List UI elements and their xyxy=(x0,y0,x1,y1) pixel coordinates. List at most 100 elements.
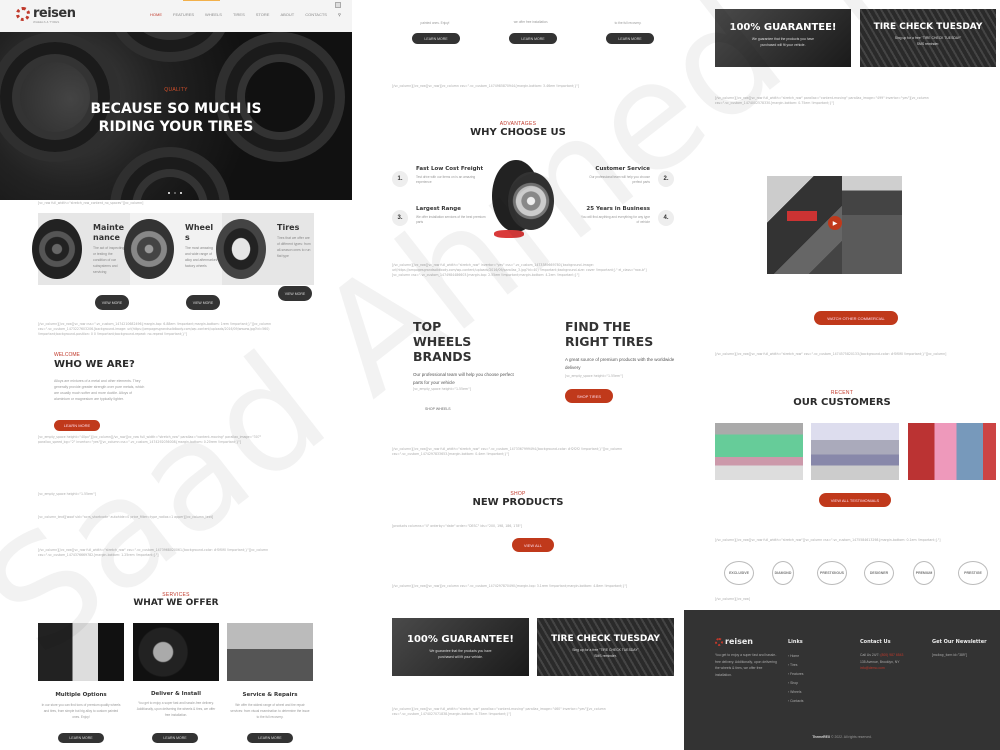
site-logo[interactable]: reisen xyxy=(16,6,76,21)
nav-wheels[interactable]: WHEELS xyxy=(205,12,222,17)
watch-commercial-button[interactable]: WATCH OTHER COMMERCIAL xyxy=(814,311,898,325)
footer-logo-text: reisen xyxy=(725,637,753,646)
wheel-image xyxy=(32,219,82,279)
nav-tires[interactable]: TIRES xyxy=(233,12,245,17)
feature-card-maintenance: Mainte nance The act of inspecting or tes… xyxy=(32,213,130,285)
learn-more-button[interactable]: LEARN MORE xyxy=(412,33,460,44)
shortcode-text: [vc_empty_space height="1.55em"] xyxy=(38,492,96,496)
shortcode-text: [vc_empty_space height="1.55em"] xyxy=(413,387,471,391)
advantage-text: You will find anything and everything fo… xyxy=(581,215,650,224)
brand-logo[interactable]: EXCLUSIVE xyxy=(724,561,754,585)
shortcode-text: [/vc_column][/vc_row][vc_row full_width=… xyxy=(392,447,623,456)
guarantee-banner[interactable]: 100% GUARANTEE! We guarantee that the pr… xyxy=(715,9,851,67)
service-text-continued: painted ones. Enjoy! xyxy=(420,21,450,25)
nav-contacts[interactable]: CONTACTS xyxy=(305,12,327,17)
slider-dot[interactable] xyxy=(180,192,182,194)
feature-text: The act of inspecting or testing the con… xyxy=(93,246,125,274)
footer-phone[interactable]: (800) 987 6543 xyxy=(880,653,903,657)
shortcode-text: [/vc_column][/vc_row][vc_row full_width=… xyxy=(715,96,929,105)
shortcode-text: [vc_empty_space height="40px"][/vc_colum… xyxy=(38,435,262,444)
nav-about[interactable]: ABOUT xyxy=(280,12,294,17)
welcome-title: WHO WE ARE? xyxy=(54,359,135,370)
customers-title: OUR CUSTOMERS xyxy=(793,397,891,408)
brand-logo[interactable]: PRESTIGIOUS xyxy=(817,561,847,585)
nav-features[interactable]: FEATURES xyxy=(173,12,194,17)
promo-text: We guarantee that the products you have p… xyxy=(429,649,492,659)
promo-text: We guarantee that the products you have p… xyxy=(751,37,815,47)
slider-dot[interactable] xyxy=(168,192,170,194)
view-all-button[interactable]: VIEW ALL xyxy=(512,538,554,552)
footer-logo[interactable]: reisen xyxy=(715,637,753,646)
shop-tires-button[interactable]: SHOP TIRES xyxy=(565,389,613,403)
guarantee-banner[interactable]: 100% GUARANTEE! We guarantee that the pr… xyxy=(392,618,529,676)
commercial-video[interactable]: ▶ xyxy=(767,176,902,274)
window-control-icon[interactable] xyxy=(335,2,341,8)
learn-more-button[interactable]: LEARN MORE xyxy=(58,733,104,743)
tire-check-banner[interactable]: TIRE CHECK TUESDAY Sing up for a free "T… xyxy=(860,9,996,67)
hero-wheel-image xyxy=(0,32,120,162)
search-icon[interactable]: ⚲ xyxy=(338,12,341,17)
feature-title: Mainte nance xyxy=(93,223,125,242)
feature-card-wheels: Wheel s The most amazing and wide range o… xyxy=(124,213,222,285)
footer-link[interactable]: › Shop xyxy=(788,679,803,688)
service-image-install xyxy=(133,623,219,681)
play-icon[interactable]: ▶ xyxy=(828,216,842,230)
brand-logo[interactable]: DIAMOND xyxy=(772,561,794,585)
footer-link[interactable]: › Wheels xyxy=(788,688,803,697)
footer-link[interactable]: › Contacts xyxy=(788,697,803,706)
advantages-title: WHY CHOOSE US xyxy=(470,127,566,138)
footer-link[interactable]: › Tires xyxy=(788,661,803,670)
nav-home[interactable]: HOME xyxy=(150,12,162,17)
brand-logo[interactable]: PREMIUM xyxy=(913,561,935,585)
shortcode-text: [/vc_column][/vc_row][vc_row full_width=… xyxy=(392,707,606,716)
shop-wheels-link[interactable]: SHOP WHEELS xyxy=(425,407,451,411)
learn-more-button[interactable]: LEARN MORE xyxy=(247,733,293,743)
logo-text: reisen xyxy=(33,6,76,21)
hero-kicker: QUALITY xyxy=(164,87,188,93)
footer-link[interactable]: › Features xyxy=(788,670,803,679)
nav-store[interactable]: STORE xyxy=(256,12,270,17)
view-more-button[interactable]: VIEW MORE xyxy=(278,286,312,301)
shortcode-text: [/vc_column][/vc_row][vc_row full_width=… xyxy=(715,538,941,542)
feature-text: The most amazing and wide range of alloy… xyxy=(185,246,218,268)
learn-more-button[interactable]: LEARN MORE xyxy=(606,33,654,44)
learn-more-button[interactable]: LEARN MORE xyxy=(54,420,100,431)
wheel-image xyxy=(124,219,174,279)
shop-title: NEW PRODUCTS xyxy=(472,497,564,508)
hero-title-line: RIDING YOUR TIRES xyxy=(98,119,254,135)
footer-links: › Home › Tires › Features › Shop › Wheel… xyxy=(788,652,803,706)
feature-title: Wheel s xyxy=(185,223,214,242)
service-image-tires xyxy=(38,623,124,681)
learn-more-button[interactable]: LEARN MORE xyxy=(152,733,198,743)
brand-logo[interactable]: DESIGNER xyxy=(864,561,894,585)
hero-title-line: BECAUSE SO MUCH IS xyxy=(90,101,262,117)
slider-dot[interactable] xyxy=(174,192,176,194)
view-testimonials-button[interactable]: VIEW ALL TESTIMONIALS xyxy=(819,493,891,507)
advantage-text: Test drive with our items on is an amazi… xyxy=(416,175,476,184)
top-wheels-text: Our professional team will help you choo… xyxy=(413,372,514,385)
view-more-button[interactable]: VIEW MORE xyxy=(95,295,129,310)
brand-logo[interactable]: PRESTIGE xyxy=(958,561,988,585)
feature-title: Tires xyxy=(277,223,300,232)
service-text-continued: we offer free installation. xyxy=(513,20,549,24)
logo-subtitle: WHEELS & TYRES xyxy=(33,20,60,24)
advantage-title: Largest Range xyxy=(416,206,461,212)
advantage-number: 2. xyxy=(658,171,674,187)
footer-email[interactable]: info@demo.com xyxy=(860,665,930,672)
shortcode-text: [/vc_column][/vc_row][vc_row full_width=… xyxy=(38,548,269,557)
tire-check-banner[interactable]: TIRE CHECK TUESDAY Sing up for a free "T… xyxy=(537,618,674,676)
customer-photo xyxy=(715,423,803,480)
services-title: WHAT WE OFFER xyxy=(133,598,219,608)
view-more-button[interactable]: VIEW MORE xyxy=(186,295,220,310)
footer-link[interactable]: › Home xyxy=(788,652,803,661)
feature-text: Tires that we offer are of different typ… xyxy=(277,236,311,258)
customer-photo xyxy=(908,423,996,480)
service-title: Deliver & Install xyxy=(150,691,202,697)
service-title: Multiple Options xyxy=(55,692,107,698)
service-text: You get to enjoy a super fast and hassle… xyxy=(136,701,216,717)
shortcode-text: [/vc_column][/vc_row] xyxy=(715,597,751,601)
advantage-title: Fast Low Cost Freight xyxy=(416,166,484,172)
learn-more-button[interactable]: LEARN MORE xyxy=(509,33,557,44)
feature-card-tires: Tires Tires that we offer are of differe… xyxy=(216,213,314,285)
logo-mark-icon xyxy=(715,637,723,646)
